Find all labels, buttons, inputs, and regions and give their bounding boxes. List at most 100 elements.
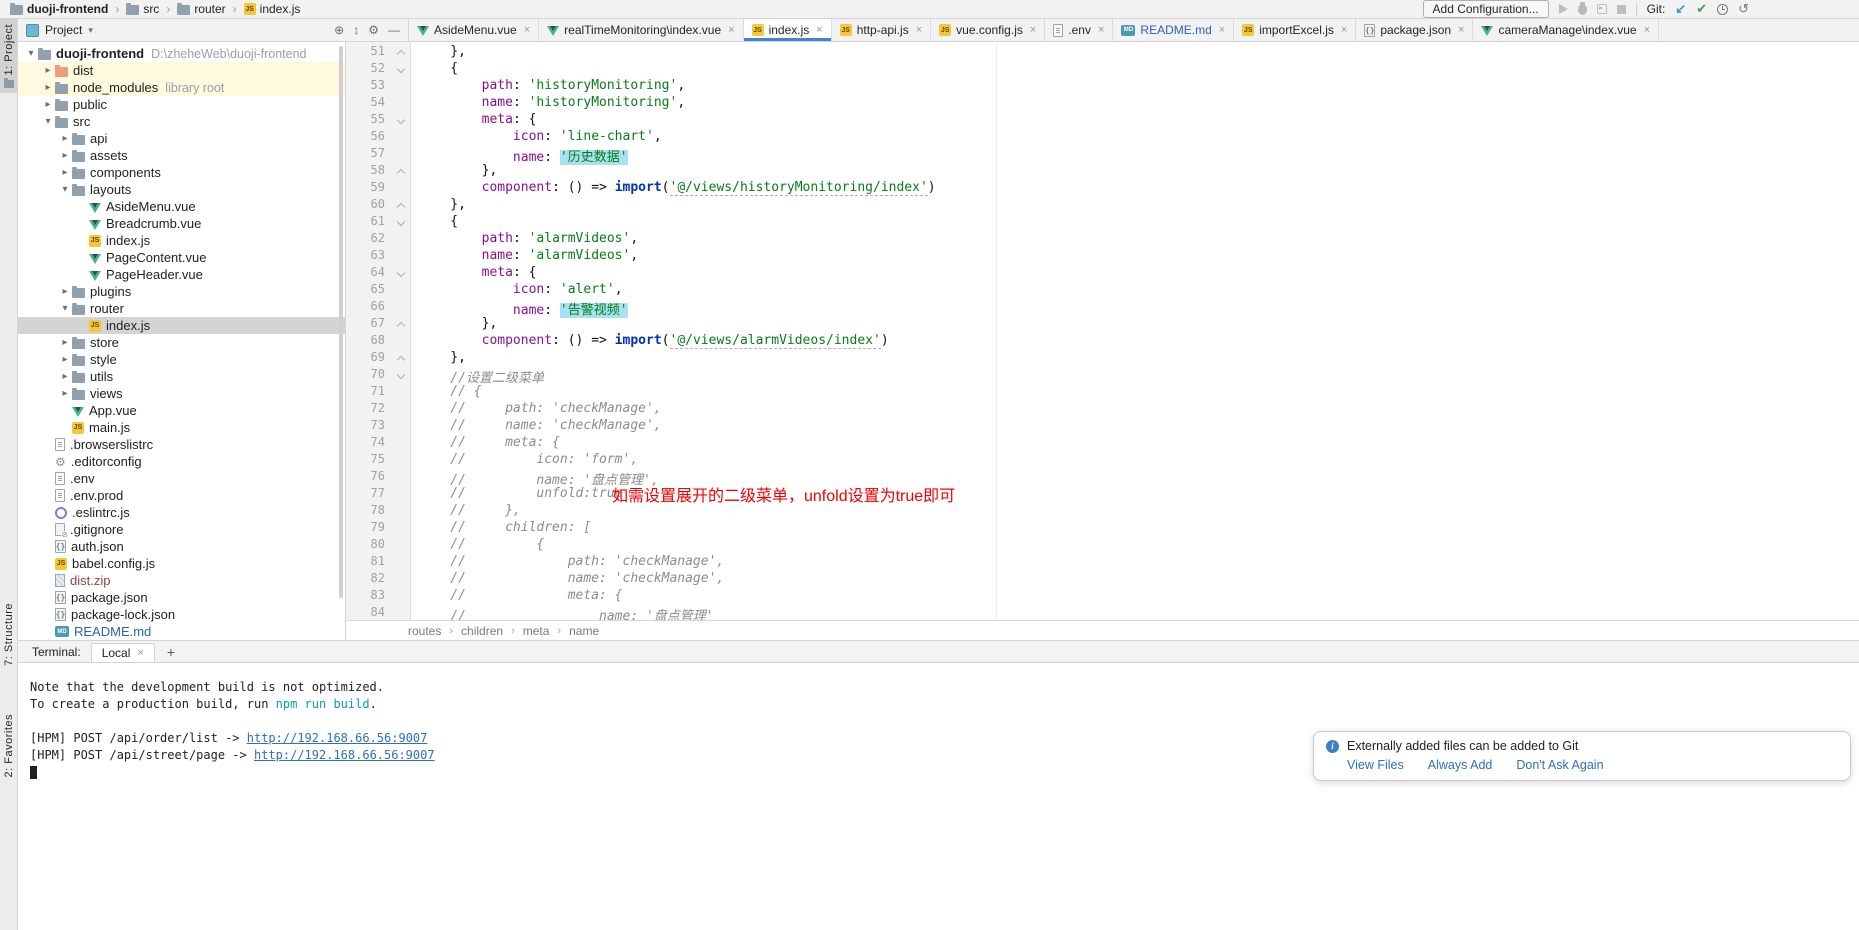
expand-arrow-icon[interactable]: ▾ — [58, 303, 72, 314]
code-line[interactable]: 78 // }, — [346, 503, 1859, 520]
expand-arrow-icon[interactable]: ▸ — [58, 133, 72, 144]
hide-panel-icon[interactable]: — — [388, 23, 400, 37]
terminal-link[interactable]: http://192.168.66.56:9007 — [247, 731, 428, 745]
stop-icon[interactable] — [1617, 5, 1626, 14]
code-line[interactable]: 80 // { — [346, 537, 1859, 554]
fold-column[interactable] — [392, 367, 410, 384]
code-line[interactable]: 69 }, — [346, 350, 1859, 367]
breadcrumb-item[interactable]: children — [461, 624, 503, 638]
fold-column[interactable] — [392, 61, 410, 78]
editor-tab[interactable]: AsideMenu.vue× — [409, 19, 539, 41]
line-number[interactable]: 77 — [346, 486, 392, 503]
tree-item[interactable]: App.vue — [18, 402, 345, 419]
expand-arrow-icon[interactable]: ▾ — [24, 48, 38, 59]
line-number[interactable]: 53 — [346, 78, 392, 95]
editor-tab[interactable]: vue.config.js× — [931, 19, 1045, 41]
expand-arrow-icon[interactable]: ▸ — [58, 354, 72, 365]
tree-item[interactable]: .browserslistrc — [18, 436, 345, 453]
tree-item[interactable]: dist.zip — [18, 572, 345, 589]
line-number[interactable]: 54 — [346, 95, 392, 112]
tree-item[interactable]: .gitignore — [18, 521, 345, 538]
line-number[interactable]: 52 — [346, 61, 392, 78]
close-icon[interactable]: × — [1219, 24, 1225, 36]
tree-item[interactable]: ▸store — [18, 334, 345, 351]
close-icon[interactable]: × — [1098, 24, 1104, 36]
fold-column[interactable] — [392, 316, 410, 333]
editor-tab[interactable]: cameraManage\index.vue× — [1473, 19, 1659, 41]
tree-item[interactable]: main.js — [18, 419, 345, 436]
code-line[interactable]: 54 name: 'historyMonitoring', — [346, 95, 1859, 112]
code-line[interactable]: 84 // name: '盘点管理' — [346, 605, 1859, 620]
expand-arrow-icon[interactable]: ▾ — [58, 184, 72, 195]
expand-arrow-icon[interactable]: ▸ — [58, 150, 72, 161]
git-rollback-icon[interactable]: ↺ — [1738, 1, 1749, 17]
tree-item[interactable]: auth.json — [18, 538, 345, 555]
tree-item[interactable]: ▸api — [18, 130, 345, 147]
breadcrumb-item[interactable]: routes — [408, 624, 441, 638]
editor-tab[interactable]: package.json× — [1356, 19, 1473, 41]
code-line[interactable]: 62 path: 'alarmVideos', — [346, 231, 1859, 248]
breadcrumb-item[interactable]: index.js — [244, 2, 301, 16]
code-line[interactable]: 56 icon: 'line-chart', — [346, 129, 1859, 146]
tree-item[interactable]: ▸node_moduleslibrary root — [18, 79, 345, 96]
line-number[interactable]: 62 — [346, 231, 392, 248]
line-number[interactable]: 71 — [346, 384, 392, 401]
expand-arrow-icon[interactable]: ▸ — [58, 167, 72, 178]
fold-column[interactable] — [392, 265, 410, 282]
line-number[interactable]: 69 — [346, 350, 392, 367]
close-icon[interactable]: × — [1644, 24, 1650, 36]
tree-item[interactable]: ▾layouts — [18, 181, 345, 198]
close-icon[interactable]: × — [524, 24, 530, 36]
close-icon[interactable]: × — [1341, 24, 1347, 36]
code-line[interactable]: 52 { — [346, 61, 1859, 78]
breadcrumb-item[interactable]: src — [126, 2, 159, 16]
fold-column[interactable] — [392, 163, 410, 180]
editor-tab[interactable]: index.js× — [744, 19, 832, 41]
line-number[interactable]: 79 — [346, 520, 392, 537]
line-number[interactable]: 74 — [346, 435, 392, 452]
tree-item[interactable]: ▸assets — [18, 147, 345, 164]
tree-item[interactable]: .eslintrc.js — [18, 504, 345, 521]
line-number[interactable]: 58 — [346, 163, 392, 180]
editor-tab[interactable]: .env× — [1045, 19, 1113, 41]
tree-item[interactable]: package-lock.json — [18, 606, 345, 623]
line-number[interactable]: 51 — [346, 44, 392, 61]
add-configuration-button[interactable]: Add Configuration... — [1423, 0, 1549, 18]
git-commit-icon[interactable]: ✔ — [1696, 1, 1707, 17]
line-number[interactable]: 64 — [346, 265, 392, 282]
close-icon[interactable]: × — [916, 24, 922, 36]
editor-tab[interactable]: realTimeMonitoring\index.vue× — [539, 19, 743, 41]
line-number[interactable]: 61 — [346, 214, 392, 231]
code-line[interactable]: 75 // icon: 'form', — [346, 452, 1859, 469]
line-number[interactable]: 57 — [346, 146, 392, 163]
fold-column[interactable] — [392, 44, 410, 61]
collapse-all-icon[interactable]: ↕ — [353, 23, 359, 37]
line-number[interactable]: 67 — [346, 316, 392, 333]
structure-tool-button[interactable]: 7: Structure — [0, 598, 17, 671]
line-number[interactable]: 70 — [346, 367, 392, 384]
close-icon[interactable]: × — [1458, 24, 1464, 36]
expand-arrow-icon[interactable]: ▾ — [41, 116, 55, 127]
tree-item[interactable]: babel.config.js — [18, 555, 345, 572]
notification-action[interactable]: Don't Ask Again — [1516, 758, 1603, 772]
tree-item[interactable]: ▸utils — [18, 368, 345, 385]
breadcrumb-item[interactable]: duoji-frontend — [10, 2, 108, 16]
line-number[interactable]: 75 — [346, 452, 392, 469]
code-line[interactable]: 53 path: 'historyMonitoring', — [346, 78, 1859, 95]
project-panel-title[interactable]: Project — [45, 23, 82, 37]
editor-tab[interactable]: http-api.js× — [832, 19, 931, 41]
line-number[interactable]: 72 — [346, 401, 392, 418]
tree-item[interactable]: ▸style — [18, 351, 345, 368]
line-number[interactable]: 73 — [346, 418, 392, 435]
line-number[interactable]: 83 — [346, 588, 392, 605]
terminal-link[interactable]: http://192.168.66.56:9007 — [254, 748, 435, 762]
close-icon[interactable]: × — [137, 647, 143, 659]
breadcrumb-item[interactable]: meta — [523, 624, 550, 638]
fold-column[interactable] — [392, 350, 410, 367]
fold-column[interactable] — [392, 197, 410, 214]
tree-item[interactable]: ▸plugins — [18, 283, 345, 300]
fold-column[interactable] — [392, 112, 410, 129]
tree-item[interactable]: index.js — [18, 232, 345, 249]
code-line[interactable]: 72 // path: 'checkManage', — [346, 401, 1859, 418]
gear-icon[interactable]: ⚙ — [368, 23, 379, 37]
